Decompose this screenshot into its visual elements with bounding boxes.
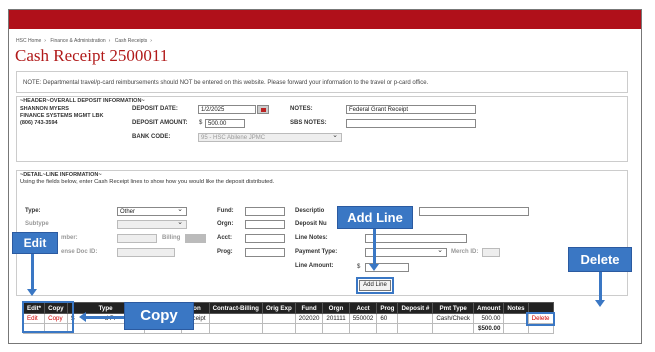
contact-name: SHANNON MYERS	[20, 106, 69, 112]
orgn-input[interactable]	[245, 220, 285, 229]
edit-arrow	[31, 254, 34, 290]
acct-input[interactable]	[245, 234, 285, 243]
top-banner	[9, 10, 641, 29]
subtype-select[interactable]	[117, 220, 187, 229]
col-contract-billing: Contract-Billing	[208, 302, 263, 314]
type-label: Type:	[25, 208, 41, 214]
add-line-highlight	[356, 277, 394, 294]
fund-label: Fund:	[217, 208, 234, 214]
col-orig-exp: Orig Exp	[261, 302, 296, 314]
delete-arrowhead	[595, 300, 605, 307]
contact-phone: (806) 743-3594	[20, 120, 58, 126]
col-deposit: Deposit #	[397, 302, 434, 314]
cell-contract-billing	[208, 313, 263, 324]
cell-acct: 550002	[348, 313, 378, 324]
col-notes: Notes	[503, 302, 529, 314]
delete-link[interactable]: Delete	[526, 311, 555, 326]
col-amount: Amount	[473, 302, 505, 314]
line-notes-label: Line Notes:	[295, 235, 328, 241]
col-delete	[527, 302, 554, 314]
billing-label: Billing	[162, 235, 181, 241]
notes-input[interactable]: Federal Grant Receipt	[346, 105, 476, 114]
copy-arrow	[85, 316, 124, 319]
cell-orig-exp	[261, 313, 296, 324]
notice-box: NOTE: Departmental travel/p-card reimbur…	[16, 71, 628, 93]
description-label: Descriptio	[295, 208, 325, 214]
bank-code-label: BANK CODE:	[132, 134, 171, 140]
col-fund: Fund	[294, 302, 324, 314]
cell-fund: 202020	[294, 313, 324, 324]
prog-label: Prog:	[217, 249, 233, 255]
cell-amount: 500.00	[473, 313, 505, 324]
table-header-row: Edit* Copy Type tion Contract-Billing Or…	[22, 302, 554, 314]
copy-arrowhead	[79, 312, 86, 322]
detail-section-title: ~DETAIL~LINE INFORMATION~	[20, 172, 102, 178]
edit-callout: Edit	[12, 232, 58, 254]
detail-panel	[16, 170, 628, 296]
cell-notes	[503, 313, 529, 324]
prog-input[interactable]	[245, 248, 285, 257]
line-notes-input[interactable]	[365, 234, 467, 243]
calendar-icon[interactable]	[257, 105, 269, 114]
detail-instructions: Using the fields below, enter Cash Recei…	[20, 179, 275, 185]
subtype-label: Subtype	[25, 221, 49, 227]
contact-dept: FINANCE SYSTEMS MGMT LBK	[20, 113, 104, 119]
deposit-date-input[interactable]: 1/2/2025	[198, 105, 256, 114]
payment-type-select[interactable]	[365, 248, 447, 257]
delete-callout: Delete	[568, 247, 632, 272]
col-orgn: Orgn	[322, 302, 350, 314]
breadcrumb: HSC Home › Finance & Administration › Cash…	[16, 38, 152, 44]
col-acct: Acct	[348, 302, 378, 314]
expense-doc-input[interactable]	[117, 248, 175, 257]
total-amount: $500.00	[473, 323, 505, 334]
billing-box[interactable]	[185, 234, 206, 243]
sbs-notes-input[interactable]	[346, 119, 476, 128]
line-amount-currency: $	[357, 264, 361, 270]
page-title: Cash Receipt 2500011	[15, 46, 169, 65]
number-input[interactable]	[117, 234, 157, 243]
add-line-arrowhead	[369, 264, 379, 271]
acct-label: Acct:	[217, 235, 233, 241]
add-line-arrow	[373, 229, 376, 266]
header-panel	[16, 96, 628, 162]
notes-label: NOTES:	[290, 106, 313, 112]
type-select[interactable]: Other	[117, 207, 187, 216]
payment-type-label: Payment Type:	[295, 249, 338, 255]
col-prog: Prog	[376, 302, 399, 314]
col-pmt-type: Pmt Type	[432, 302, 475, 314]
deposit-amount-currency: $	[199, 120, 203, 126]
breadcrumb-finance[interactable]: Finance & Administration	[50, 38, 105, 44]
header-section-title: ~HEADER~OVERALL DEPOSIT INFORMATION~	[20, 98, 145, 104]
merch-id-label: Merch ID:	[451, 249, 479, 255]
line-amount-label: Line Amount:	[295, 263, 334, 269]
deposit-amount-label: DEPOSIT AMOUNT:	[132, 120, 188, 126]
cell-deposit	[397, 313, 434, 324]
deposit-number-label: Deposit Nu	[295, 221, 327, 227]
cell-orgn: 201111	[322, 313, 350, 324]
deposit-amount-input[interactable]: 500.00	[205, 119, 245, 128]
bank-code-select[interactable]: 95 - HSC Abilene JPMC	[198, 133, 342, 142]
breadcrumb-cash-receipts[interactable]: Cash Receipts	[115, 38, 148, 44]
number-label: mber:	[61, 235, 78, 241]
merch-id-input[interactable]	[482, 248, 500, 257]
cell-pmt-type: Cash/Check	[432, 313, 475, 324]
copy-callout: Copy	[124, 302, 194, 330]
delete-arrow	[599, 272, 602, 302]
table-total-row: $500.00	[22, 323, 554, 334]
edit-arrowhead	[27, 289, 37, 296]
app-window: HSC Home › Finance & Administration › Cash…	[8, 9, 642, 344]
fund-input[interactable]	[245, 207, 285, 216]
deposit-date-label: DEPOSIT DATE:	[132, 106, 178, 112]
description-input[interactable]	[419, 207, 529, 216]
sbs-notes-label: SBS NOTES:	[290, 120, 327, 126]
add-line-callout: Add Line	[337, 206, 413, 229]
expense-doc-label: ense Doc ID:	[61, 249, 98, 255]
edit-copy-highlight	[22, 301, 74, 333]
cell-prog: 60	[376, 313, 399, 324]
orgn-label: Orgn:	[217, 221, 234, 227]
breadcrumb-home[interactable]: HSC Home	[16, 38, 41, 44]
